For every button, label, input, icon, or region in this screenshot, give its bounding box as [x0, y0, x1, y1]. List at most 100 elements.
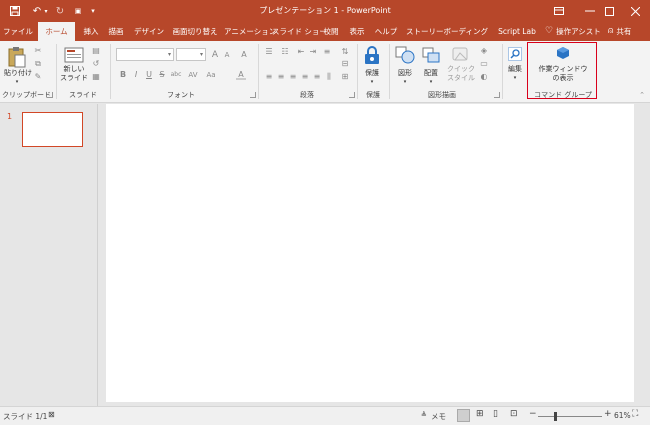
shape-outline-icon[interactable]: ▭: [479, 59, 489, 69]
justify-icon[interactable]: ≡: [300, 72, 310, 82]
slideshow-icon[interactable]: ⊡: [510, 409, 518, 419]
protect-button[interactable]: 保護 ▾: [361, 44, 383, 88]
group-separator: [357, 44, 358, 99]
change-case-button[interactable]: Aa: [204, 70, 218, 80]
bullets-icon[interactable]: ☰: [264, 47, 274, 57]
distributed-icon[interactable]: ≡: [312, 72, 322, 82]
notes-button[interactable]: メモ: [431, 411, 446, 422]
slide-thumbnail-pane: [0, 104, 97, 406]
save-icon[interactable]: [8, 3, 22, 19]
line-spacing-icon[interactable]: ≡: [322, 47, 332, 57]
editing-label: 編集: [508, 65, 522, 73]
shapes-dropdown-icon[interactable]: ▾: [393, 78, 417, 87]
align-center-icon[interactable]: ≡: [276, 72, 286, 82]
font-color-button[interactable]: A: [236, 70, 246, 80]
start-from-beginning-icon[interactable]: ▣: [70, 3, 86, 19]
ribbon-display-options-button[interactable]: [544, 0, 574, 22]
tab-help[interactable]: ヘルプ: [372, 22, 400, 41]
editing-dropdown-icon[interactable]: ▾: [505, 74, 525, 83]
protection-group-label: 保護: [366, 91, 380, 99]
tell-me-box[interactable]: ♡ 操作アシスト: [545, 22, 601, 41]
tab-home[interactable]: ホーム: [38, 22, 75, 41]
align-text-icon[interactable]: ⊟: [340, 59, 350, 69]
smartart-icon[interactable]: ⊞: [340, 72, 350, 82]
thumbnail-number: 1: [7, 112, 13, 121]
increase-indent-icon[interactable]: ⇥: [308, 47, 318, 57]
quick-styles-icon: [452, 47, 468, 61]
arrange-dropdown-icon[interactable]: ▾: [419, 78, 443, 87]
redo-icon[interactable]: ↻: [53, 3, 67, 19]
shape-fill-icon[interactable]: ◈: [479, 46, 489, 56]
paste-dropdown-icon[interactable]: ▾: [4, 78, 30, 87]
character-spacing-button[interactable]: AV: [186, 70, 200, 80]
new-slide-button[interactable]: 新しい スライド: [60, 44, 88, 88]
decrease-indent-icon[interactable]: ⇤: [296, 47, 306, 57]
zoom-slider[interactable]: [538, 412, 602, 421]
normal-view-button[interactable]: [457, 409, 470, 422]
tab-insert[interactable]: 挿入: [80, 22, 102, 41]
zoom-level[interactable]: 61%: [614, 411, 631, 420]
zoom-in-button[interactable]: +: [604, 409, 612, 419]
shapes-button[interactable]: 図形 ▾: [393, 44, 417, 88]
copy-icon[interactable]: ⧉: [33, 59, 43, 69]
underline-button[interactable]: U: [144, 70, 154, 80]
slide-canvas[interactable]: [106, 104, 634, 402]
undo-dropdown-icon[interactable]: ▾: [42, 3, 50, 19]
reading-view-icon[interactable]: ▯: [493, 409, 498, 419]
shrink-font-icon[interactable]: A: [222, 50, 232, 60]
collapse-ribbon-icon[interactable]: ⌃: [637, 90, 647, 100]
reset-icon[interactable]: ↺: [91, 59, 101, 69]
group-separator: [110, 44, 111, 99]
italic-button[interactable]: I: [131, 70, 141, 80]
cut-icon[interactable]: ✂: [33, 46, 43, 56]
drawing-launcher-icon[interactable]: [494, 92, 500, 98]
align-left-icon[interactable]: ≡: [264, 72, 274, 82]
clipboard-launcher-icon[interactable]: [47, 92, 53, 98]
tab-transitions[interactable]: 画面切り替え: [170, 22, 220, 41]
fit-to-window-icon[interactable]: ⛶: [632, 409, 638, 419]
editing-button[interactable]: 編集 ▾: [505, 44, 525, 88]
format-painter-icon[interactable]: ✎: [33, 72, 43, 82]
shape-effects-icon[interactable]: ◐: [479, 72, 489, 82]
tab-storyboarding[interactable]: ストーリーボーディング: [404, 22, 490, 41]
font-name-combo[interactable]: ▾: [116, 48, 174, 61]
columns-icon[interactable]: ⫼: [324, 72, 334, 82]
quick-styles-button[interactable]: クイック スタイル: [446, 44, 476, 88]
text-shadow-button[interactable]: abc: [168, 70, 184, 80]
slide-sorter-icon[interactable]: ⊞: [476, 409, 484, 419]
layout-icon[interactable]: ▤: [91, 46, 101, 56]
slide-thumbnail[interactable]: [22, 112, 83, 147]
grow-font-icon[interactable]: A: [210, 50, 220, 60]
zoom-slider-thumb[interactable]: [554, 412, 557, 421]
spellcheck-icon[interactable]: ⊠: [48, 410, 55, 419]
tab-script-lab[interactable]: Script Lab: [494, 22, 540, 41]
close-button[interactable]: [620, 0, 650, 22]
protect-dropdown-icon[interactable]: ▾: [361, 78, 383, 87]
tab-draw[interactable]: 描画: [104, 22, 128, 41]
share-button[interactable]: ⍝ 共有: [608, 22, 631, 41]
paste-label: 貼り付け: [4, 69, 32, 77]
tab-file[interactable]: ファイル: [3, 22, 33, 41]
text-direction-icon[interactable]: ⇅: [340, 47, 350, 57]
tab-view[interactable]: 表示: [346, 22, 368, 41]
font-launcher-icon[interactable]: [250, 92, 256, 98]
tab-slide-show[interactable]: スライド ショー: [272, 22, 327, 41]
bold-button[interactable]: B: [118, 70, 128, 80]
strikethrough-button[interactable]: S: [157, 70, 167, 80]
numbering-icon[interactable]: ☷: [280, 47, 290, 57]
tab-review[interactable]: 校閲: [320, 22, 342, 41]
paragraph-launcher-icon[interactable]: [349, 92, 355, 98]
arrange-button[interactable]: 配置 ▾: [419, 44, 443, 88]
tab-design[interactable]: デザイン: [132, 22, 166, 41]
paste-button[interactable]: 貼り付け ▾: [4, 44, 32, 88]
font-size-combo[interactable]: ▾: [176, 48, 206, 61]
search-icon: [508, 47, 522, 61]
clear-formatting-icon[interactable]: A: [239, 50, 249, 60]
section-icon[interactable]: ▦: [91, 72, 101, 82]
customize-icon[interactable]: ▾: [88, 3, 98, 19]
shapes-label: 図形: [398, 69, 412, 77]
tab-animations[interactable]: アニメーション: [224, 22, 276, 41]
align-right-icon[interactable]: ≡: [288, 72, 298, 82]
zoom-out-button[interactable]: −: [529, 409, 537, 419]
pane-divider[interactable]: [97, 104, 98, 406]
